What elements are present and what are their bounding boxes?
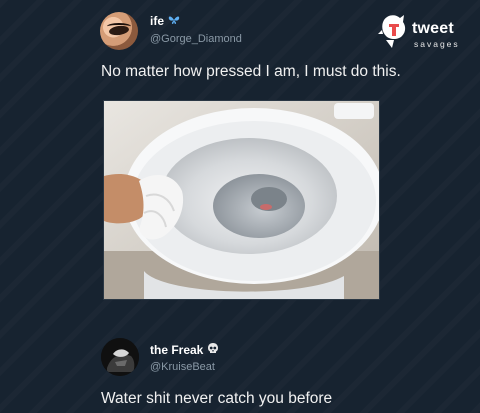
- tweet-author-name[interactable]: the Freak: [150, 342, 219, 357]
- tweet-author-handle[interactable]: @KruiseBeat: [150, 361, 215, 373]
- tweet-image[interactable]: [103, 100, 380, 300]
- display-name: ife: [150, 14, 165, 28]
- toilet-photo: [104, 101, 379, 299]
- avatar[interactable]: [100, 12, 138, 50]
- tweet-author-name[interactable]: ife: [150, 14, 180, 28]
- tweet-author-handle[interactable]: @Gorge_Diamond: [150, 33, 242, 45]
- logo-word: tweet: [412, 20, 454, 37]
- avatar-image: [101, 338, 139, 376]
- butterfly-icon: [168, 15, 180, 28]
- avatar[interactable]: [101, 338, 139, 376]
- tweet-text: Water shit never catch you before: [101, 390, 333, 407]
- logo-mark-icon: [378, 15, 406, 48]
- display-name: the Freak: [150, 342, 204, 357]
- logo-subtitle: savages: [414, 39, 460, 49]
- tweet-savages-logo: tweet savages: [374, 8, 472, 56]
- tweet-text: No matter how pressed I am, I must do th…: [101, 63, 401, 80]
- skull-icon: [207, 342, 219, 357]
